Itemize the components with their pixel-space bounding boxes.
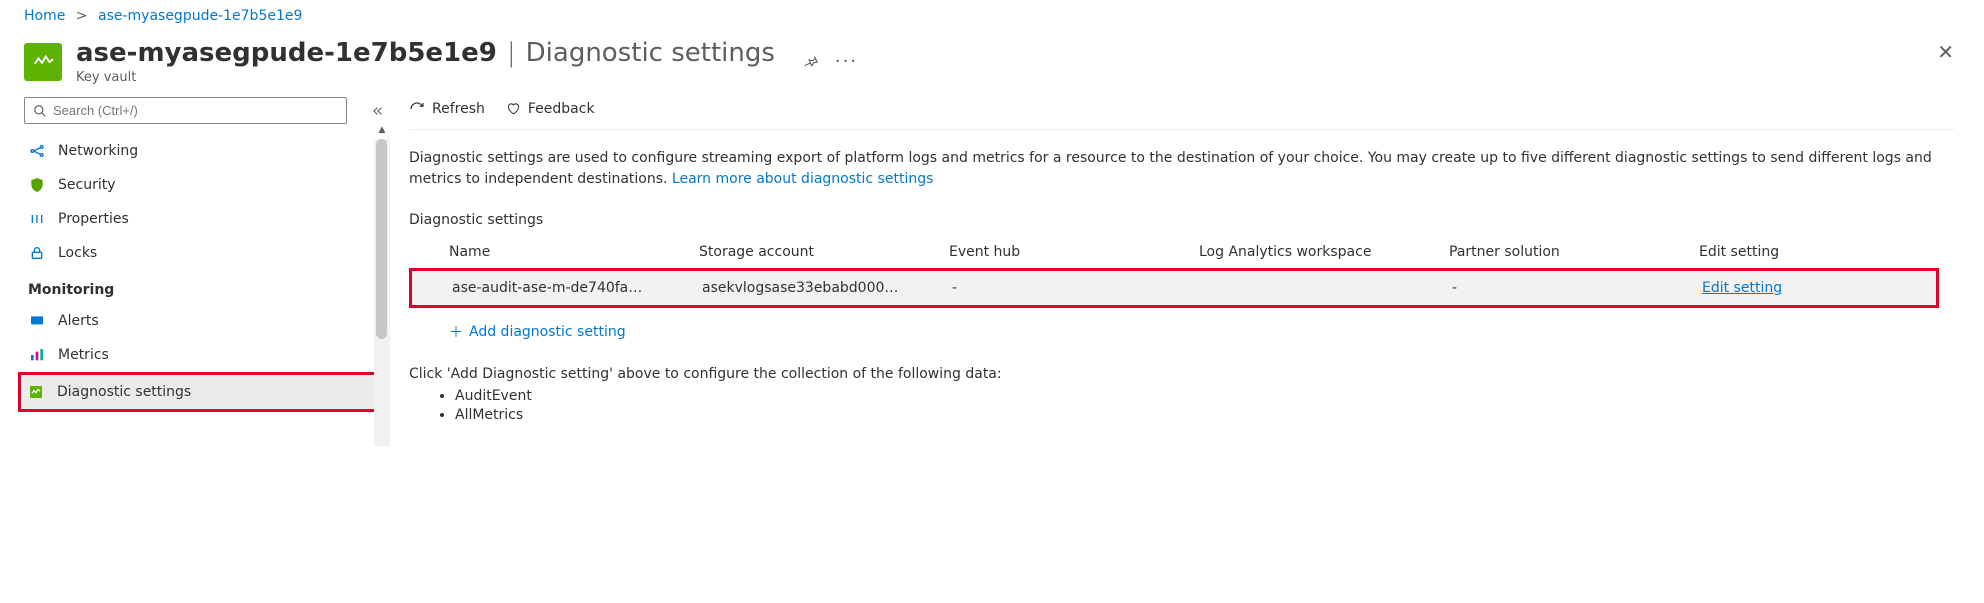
list-item: AllMetrics <box>455 407 1954 423</box>
sidebar-item-label: Properties <box>58 211 129 227</box>
sidebar-item-label: Diagnostic settings <box>57 384 191 400</box>
properties-icon <box>28 211 46 227</box>
cell-eventhub: - <box>952 280 1202 296</box>
sidebar-item-locks[interactable]: Locks <box>24 236 388 270</box>
pin-icon[interactable] <box>801 53 819 71</box>
breadcrumb-current[interactable]: ase-myasegpude-1e7b5e1e9 <box>98 8 302 24</box>
section-title: Diagnostic settings <box>526 38 775 68</box>
breadcrumb-home[interactable]: Home <box>24 8 65 24</box>
table-row[interactable]: ase-audit-ase-m-de740fa… asekvlogsase33e… <box>412 271 1936 305</box>
lock-icon <box>28 245 46 261</box>
collapse-sidebar-icon[interactable] <box>367 100 389 122</box>
plus-icon: ＋ <box>449 322 463 342</box>
resource-name: ase-myasegpude-1e7b5e1e9 <box>76 38 497 68</box>
refresh-button[interactable]: Refresh <box>409 101 485 117</box>
col-edit: Edit setting <box>1699 244 1899 260</box>
close-icon[interactable]: ✕ <box>1937 40 1954 64</box>
col-storage: Storage account <box>699 244 949 260</box>
shield-icon <box>28 177 46 193</box>
more-icon[interactable]: ··· <box>835 51 858 72</box>
sidebar-item-networking[interactable]: Networking <box>24 134 388 168</box>
table-header: Name Storage account Event hub Log Analy… <box>409 236 1939 268</box>
sidebar-item-label: Security <box>58 177 116 193</box>
diag-table-title: Diagnostic settings <box>409 212 1954 228</box>
refresh-icon <box>409 101 425 117</box>
col-law: Log Analytics workspace <box>1199 244 1449 260</box>
cell-partner: - <box>1452 280 1702 296</box>
add-diagnostic-setting-button[interactable]: ＋ Add diagnostic setting <box>409 308 1939 356</box>
toolbar: Refresh Feedback <box>409 101 1954 129</box>
sidebar: Networking Security Properties Locks <box>24 91 389 446</box>
main-content: Refresh Feedback Diagnostic settings are… <box>389 91 1984 446</box>
chevron-right-icon: > <box>76 8 88 24</box>
feedback-button[interactable]: Feedback <box>505 101 595 117</box>
sidebar-item-metrics[interactable]: Metrics <box>24 338 388 372</box>
col-name: Name <box>449 244 699 260</box>
page-header: ase-myasegpude-1e7b5e1e9 | Diagnostic se… <box>0 30 1984 91</box>
list-item: AuditEvent <box>455 388 1954 404</box>
sidebar-item-security[interactable]: Security <box>24 168 388 202</box>
heart-icon <box>505 101 521 117</box>
edit-setting-link[interactable]: Edit setting <box>1702 280 1782 296</box>
sidebar-group-monitoring: Monitoring <box>24 270 388 304</box>
search-input[interactable] <box>24 97 347 124</box>
learn-more-link[interactable]: Learn more about diagnostic settings <box>672 171 933 187</box>
sidebar-scrollbar[interactable]: ▲ <box>374 139 390 446</box>
sidebar-item-label: Networking <box>58 143 138 159</box>
scrollbar-thumb[interactable] <box>376 139 387 339</box>
cell-name: ase-audit-ase-m-de740fa… <box>452 280 702 296</box>
sidebar-item-properties[interactable]: Properties <box>24 202 388 236</box>
sidebar-item-diagnostic-settings[interactable]: Diagnostic settings <box>23 375 385 409</box>
networking-icon <box>28 143 46 159</box>
col-eventhub: Event hub <box>949 244 1199 260</box>
diag-table: Name Storage account Event hub Log Analy… <box>409 236 1939 356</box>
search-icon <box>33 104 47 118</box>
sidebar-item-label: Alerts <box>58 313 99 329</box>
sidebar-item-alerts[interactable]: Alerts <box>24 304 388 338</box>
diagnostic-icon <box>27 384 45 400</box>
description-text: Diagnostic settings are used to configur… <box>409 148 1939 190</box>
scroll-up-icon[interactable]: ▲ <box>376 125 388 135</box>
breadcrumb: Home > ase-myasegpude-1e7b5e1e9 <box>0 0 1984 30</box>
resource-type: Key vault <box>76 70 775 85</box>
cell-storage: asekvlogsase33ebabd000… <box>702 280 952 296</box>
metrics-icon <box>28 347 46 363</box>
alerts-icon <box>28 313 46 329</box>
sidebar-item-label: Locks <box>58 245 97 261</box>
keyvault-icon <box>24 43 62 81</box>
instructions: Click 'Add Diagnostic setting' above to … <box>409 366 1954 423</box>
col-partner: Partner solution <box>1449 244 1699 260</box>
sidebar-item-label: Metrics <box>58 347 109 363</box>
